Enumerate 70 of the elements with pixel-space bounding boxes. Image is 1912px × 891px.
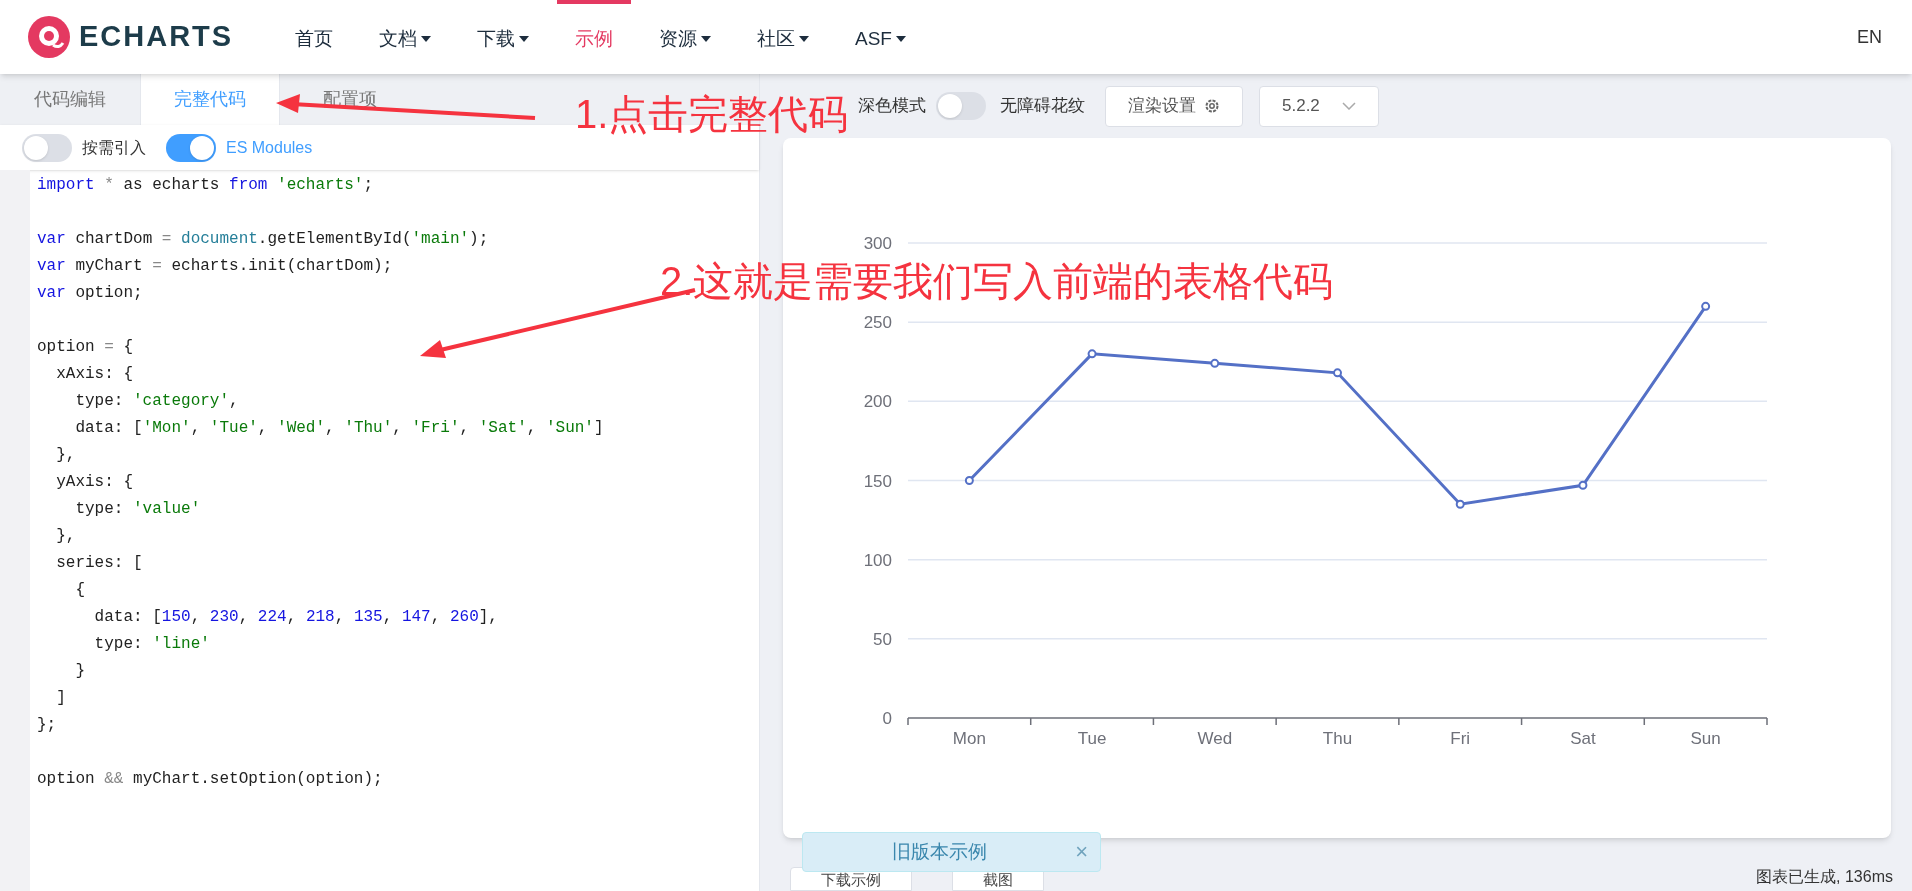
dark-mode-toggle[interactable] bbox=[936, 92, 986, 120]
y-axis-label: 250 bbox=[863, 313, 892, 333]
toggle-switch[interactable] bbox=[166, 133, 216, 162]
caret-down-icon bbox=[519, 36, 529, 42]
chevron-down-icon bbox=[1342, 102, 1356, 110]
code-line: { bbox=[74, 580, 86, 601]
y-axis-label: 50 bbox=[873, 629, 892, 649]
x-axis-label: Wed bbox=[1197, 729, 1233, 748]
nav-link[interactable]: ASF bbox=[837, 0, 924, 74]
nav-link[interactable]: 社区 bbox=[739, 0, 827, 74]
logo-text[interactable]: ECHARTS bbox=[79, 15, 234, 59]
data-point bbox=[1455, 499, 1465, 509]
annotation-text: 1.点击完整代码 bbox=[575, 91, 849, 138]
nav-link[interactable]: 资源 bbox=[641, 0, 729, 74]
y-axis-label: 100 bbox=[863, 550, 892, 570]
x-axis-label: Tue bbox=[1077, 729, 1107, 748]
code-line: var myChart = echarts.init(chartDom); bbox=[37, 256, 394, 277]
language-link[interactable]: EN bbox=[1857, 23, 1882, 51]
y-axis-label: 150 bbox=[863, 471, 892, 491]
code-line: option = { bbox=[37, 337, 135, 358]
caret-down-icon bbox=[895, 36, 906, 42]
code-line: type: 'value' bbox=[74, 499, 202, 520]
code-line: xAxis: { bbox=[55, 364, 134, 385]
nav-link[interactable]: 首页 bbox=[277, 0, 351, 74]
y-axis-label: 300 bbox=[863, 234, 892, 253]
code-line: data: [150, 230, 224, 218, 135, 147, 260], bbox=[93, 607, 499, 628]
x-axis-label: Thu bbox=[1322, 729, 1353, 748]
data-point bbox=[964, 476, 974, 485]
code-line: series: [ bbox=[55, 553, 144, 574]
caret-down-icon bbox=[799, 36, 809, 42]
status-text: 图表已生成, 136ms bbox=[1756, 867, 1893, 887]
code-line: var option; bbox=[37, 283, 144, 304]
code-line: option && myChart.setOption(option); bbox=[37, 769, 384, 790]
settings-icon bbox=[1204, 98, 1220, 114]
data-point bbox=[1333, 368, 1342, 378]
x-axis-label: Mon bbox=[952, 729, 986, 748]
pattern-label: 无障碍花纹 bbox=[1000, 95, 1085, 118]
x-axis-label: Sun bbox=[1690, 729, 1721, 748]
version-select[interactable]: 5.2.2 bbox=[1259, 85, 1379, 127]
toast-message: 旧版本示例 bbox=[890, 839, 988, 864]
code-line: } bbox=[74, 661, 86, 682]
code-line: }, bbox=[55, 445, 77, 466]
code-line: }; bbox=[37, 715, 58, 736]
code-line: }, bbox=[55, 526, 77, 547]
x-axis-label: Sat bbox=[1570, 729, 1596, 748]
code-line: var chartDom = document.getElementById('main'); bbox=[37, 229, 490, 250]
toggle-label: 按需引入 bbox=[82, 137, 146, 158]
data-point bbox=[1578, 480, 1588, 490]
code-line: data: ['Mon', 'Tue', 'Wed', 'Thu', 'Fri', 'Sat', 'Sun'] bbox=[74, 418, 604, 439]
data-point bbox=[1701, 301, 1711, 311]
toggle-switch[interactable] bbox=[22, 133, 72, 162]
editor-tab[interactable]: 代码编辑 bbox=[0, 74, 140, 125]
code-line: type: 'line' bbox=[93, 634, 211, 655]
code-line: ] bbox=[55, 688, 67, 709]
x-axis-label: Fri bbox=[1450, 729, 1471, 748]
data-point bbox=[1210, 358, 1220, 368]
toggle-label: ES Modules bbox=[226, 137, 313, 158]
caret-down-icon bbox=[421, 36, 431, 42]
nav-link[interactable]: 文档 bbox=[361, 0, 449, 74]
render-settings-button[interactable]: 渲染设置 bbox=[1105, 85, 1243, 127]
dark-mode-label: 深色模式 bbox=[858, 95, 926, 118]
code-line: type: 'category', bbox=[74, 391, 240, 412]
y-axis-label: 0 bbox=[882, 709, 892, 728]
code-line: import * as echarts from 'echarts'; bbox=[37, 175, 375, 196]
logo-icon bbox=[27, 15, 71, 59]
caret-down-icon bbox=[701, 36, 711, 42]
code-line: yAxis: { bbox=[55, 472, 134, 493]
y-axis-label: 200 bbox=[863, 392, 892, 412]
nav-link[interactable]: 下载 bbox=[459, 0, 547, 74]
data-point bbox=[1087, 349, 1097, 359]
